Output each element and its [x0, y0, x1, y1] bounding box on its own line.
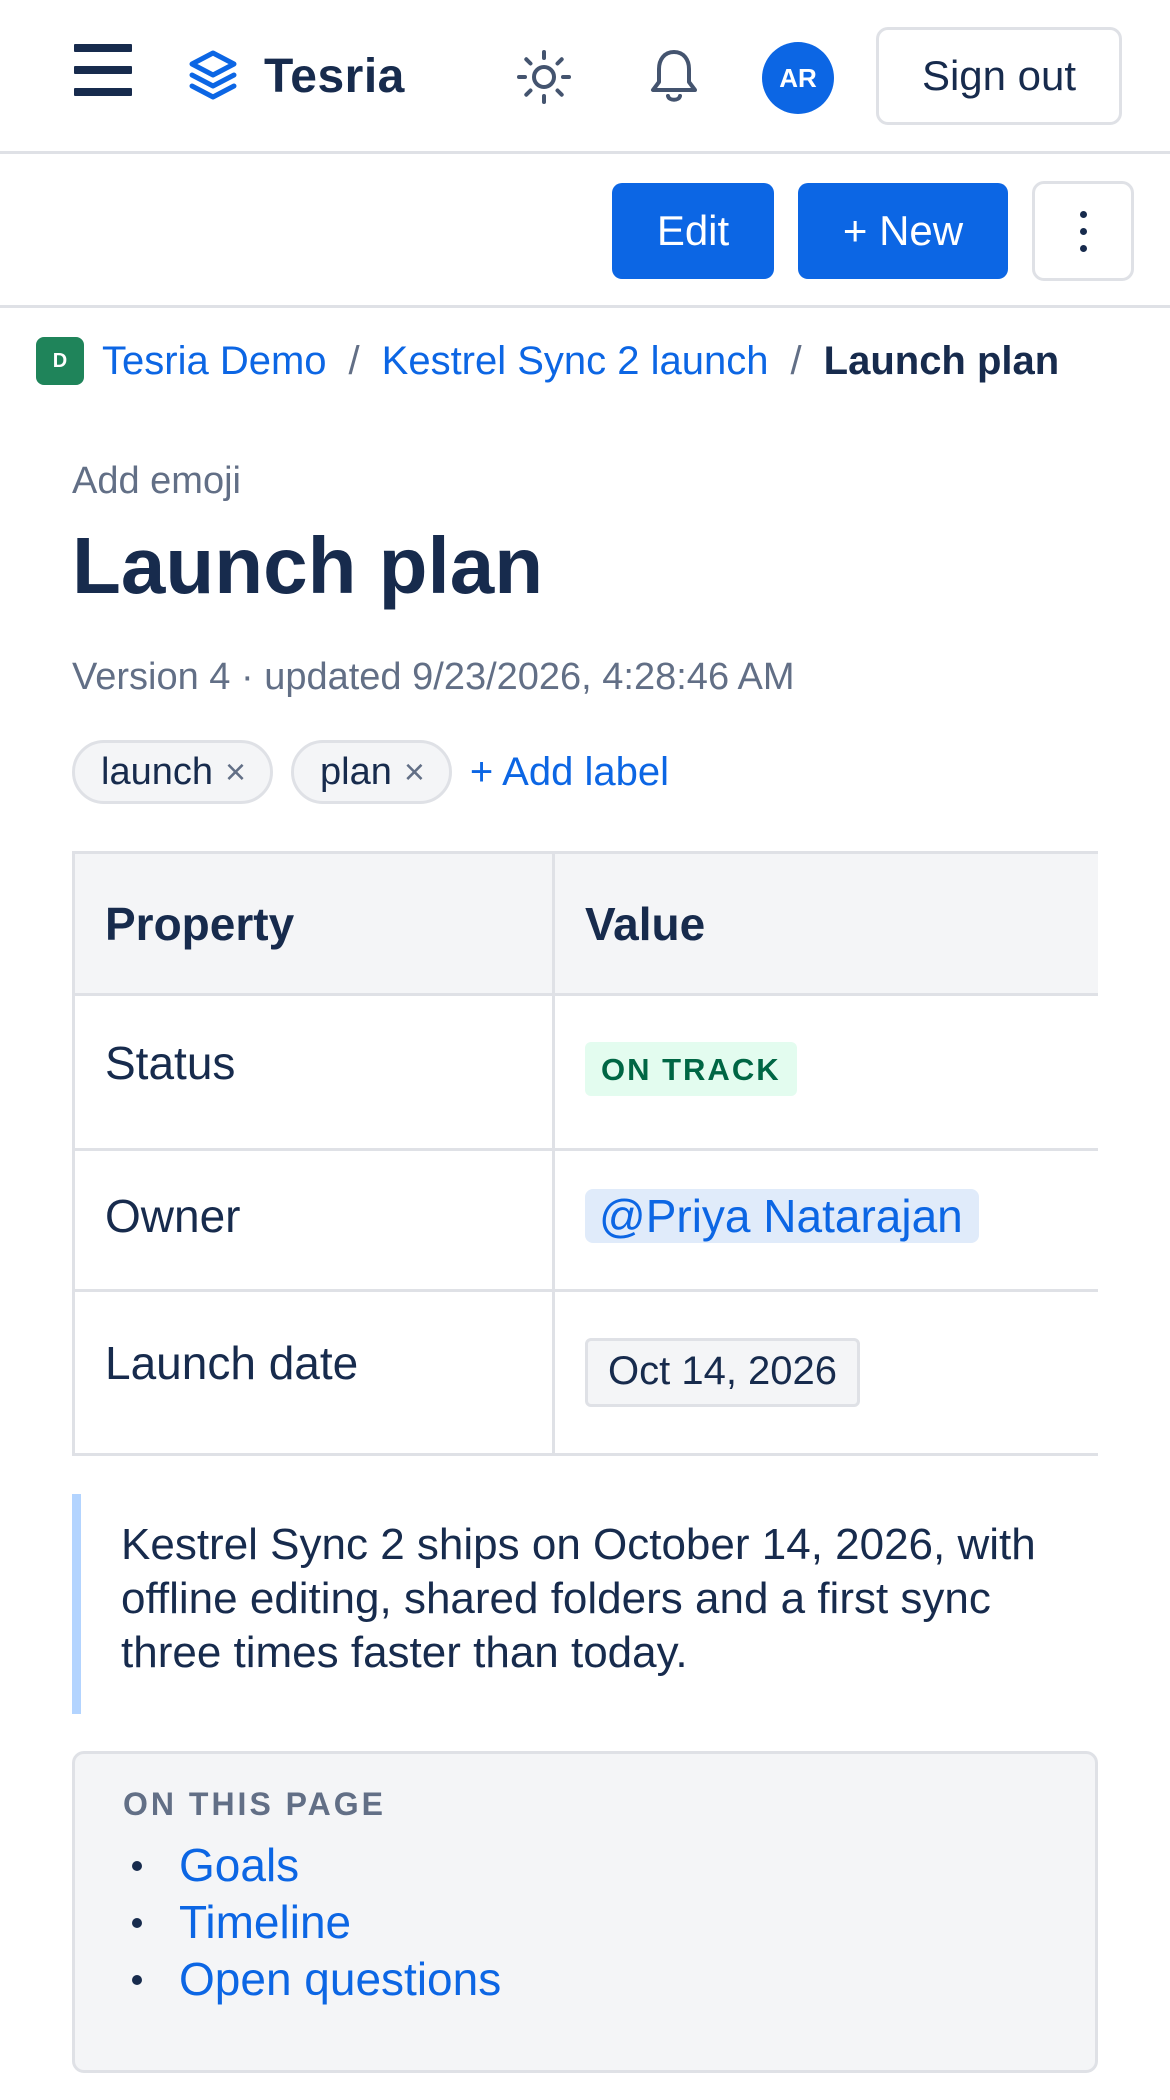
toc-list: Goals Timeline Open questions [123, 1837, 1095, 2008]
property-value: Oct 14, 2026 [552, 1289, 1098, 1456]
toc-heading: ON THIS PAGE [123, 1786, 386, 1822]
remove-label-icon[interactable]: × [404, 751, 425, 793]
label-text: plan [320, 750, 392, 793]
hamburger-menu-icon[interactable] [74, 44, 132, 96]
table-header-row: Property Value [72, 851, 1098, 996]
toc-link-open-questions[interactable]: Open questions [179, 1953, 501, 2005]
property-name: Launch date [72, 1289, 555, 1456]
column-header-property: Property [72, 851, 555, 996]
user-avatar[interactable]: AR [762, 42, 834, 114]
vertical-ellipsis-icon [1079, 210, 1087, 252]
table-of-contents: ON THIS PAGE Goals Timeline Open questio… [72, 1751, 1098, 2073]
status-badge: ON TRACK [585, 1042, 797, 1096]
stacked-layers-icon [189, 50, 237, 100]
date-chip[interactable]: Oct 14, 2026 [585, 1338, 861, 1407]
breadcrumb-space-link[interactable]: Tesria Demo [102, 339, 327, 384]
summary-quote: Kestrel Sync 2 ships on October 14, 2026… [72, 1494, 1092, 1714]
toc-item: Goals [123, 1837, 1095, 1894]
add-emoji-button[interactable]: Add emoji [72, 460, 241, 503]
sun-icon[interactable] [515, 48, 573, 106]
space-badge: D [36, 337, 84, 385]
label-chip: launch × [72, 740, 274, 804]
page-toolbar: Edit + New [0, 154, 1170, 308]
table-row: Launch date Oct 14, 2026 [72, 1289, 1098, 1456]
property-value: ON TRACK [552, 993, 1098, 1151]
toc-item: Timeline [123, 1894, 1095, 1951]
breadcrumb-current: Launch plan [823, 338, 1060, 383]
edit-button[interactable]: Edit [612, 183, 774, 279]
new-page-button[interactable]: + New [798, 183, 1008, 279]
labels-row: launch × plan × + Add label [72, 740, 669, 804]
version-meta: Version 4 · updated 9/23/2026, 4:28:46 A… [72, 656, 795, 698]
toc-link-timeline[interactable]: Timeline [179, 1896, 351, 1948]
remove-label-icon[interactable]: × [225, 751, 246, 793]
toc-link-goals[interactable]: Goals [179, 1839, 299, 1891]
bell-icon[interactable] [646, 46, 702, 106]
sign-out-button[interactable]: Sign out [876, 27, 1122, 125]
property-name: Status [72, 993, 555, 1151]
table-row: Owner @Priya Natarajan [72, 1148, 1098, 1292]
breadcrumb-separator: / [348, 338, 360, 383]
user-mention[interactable]: @Priya Natarajan [585, 1189, 979, 1243]
top-header: Tesria AR Sign out [0, 0, 1170, 154]
more-actions-button[interactable] [1032, 181, 1134, 281]
property-name: Owner [72, 1148, 555, 1292]
toc-item: Open questions [123, 1951, 1095, 2008]
app-name: Tesria [264, 49, 405, 103]
add-label-button[interactable]: + Add label [470, 750, 669, 795]
properties-table: Property Value Status ON TRACK Owner @Pr… [72, 851, 1098, 1456]
page-title: Launch plan [72, 521, 544, 610]
app-logo[interactable]: Tesria [188, 46, 405, 106]
table-row: Status ON TRACK [72, 993, 1098, 1151]
breadcrumb: D Tesria Demo / Kestrel Sync 2 launch / … [36, 336, 1059, 386]
label-text: launch [101, 750, 213, 793]
property-value: @Priya Natarajan [552, 1148, 1098, 1292]
column-header-value: Value [552, 851, 1098, 996]
breadcrumb-parent-link[interactable]: Kestrel Sync 2 launch [382, 339, 769, 384]
breadcrumb-separator: / [790, 338, 802, 383]
label-chip: plan × [291, 740, 452, 804]
